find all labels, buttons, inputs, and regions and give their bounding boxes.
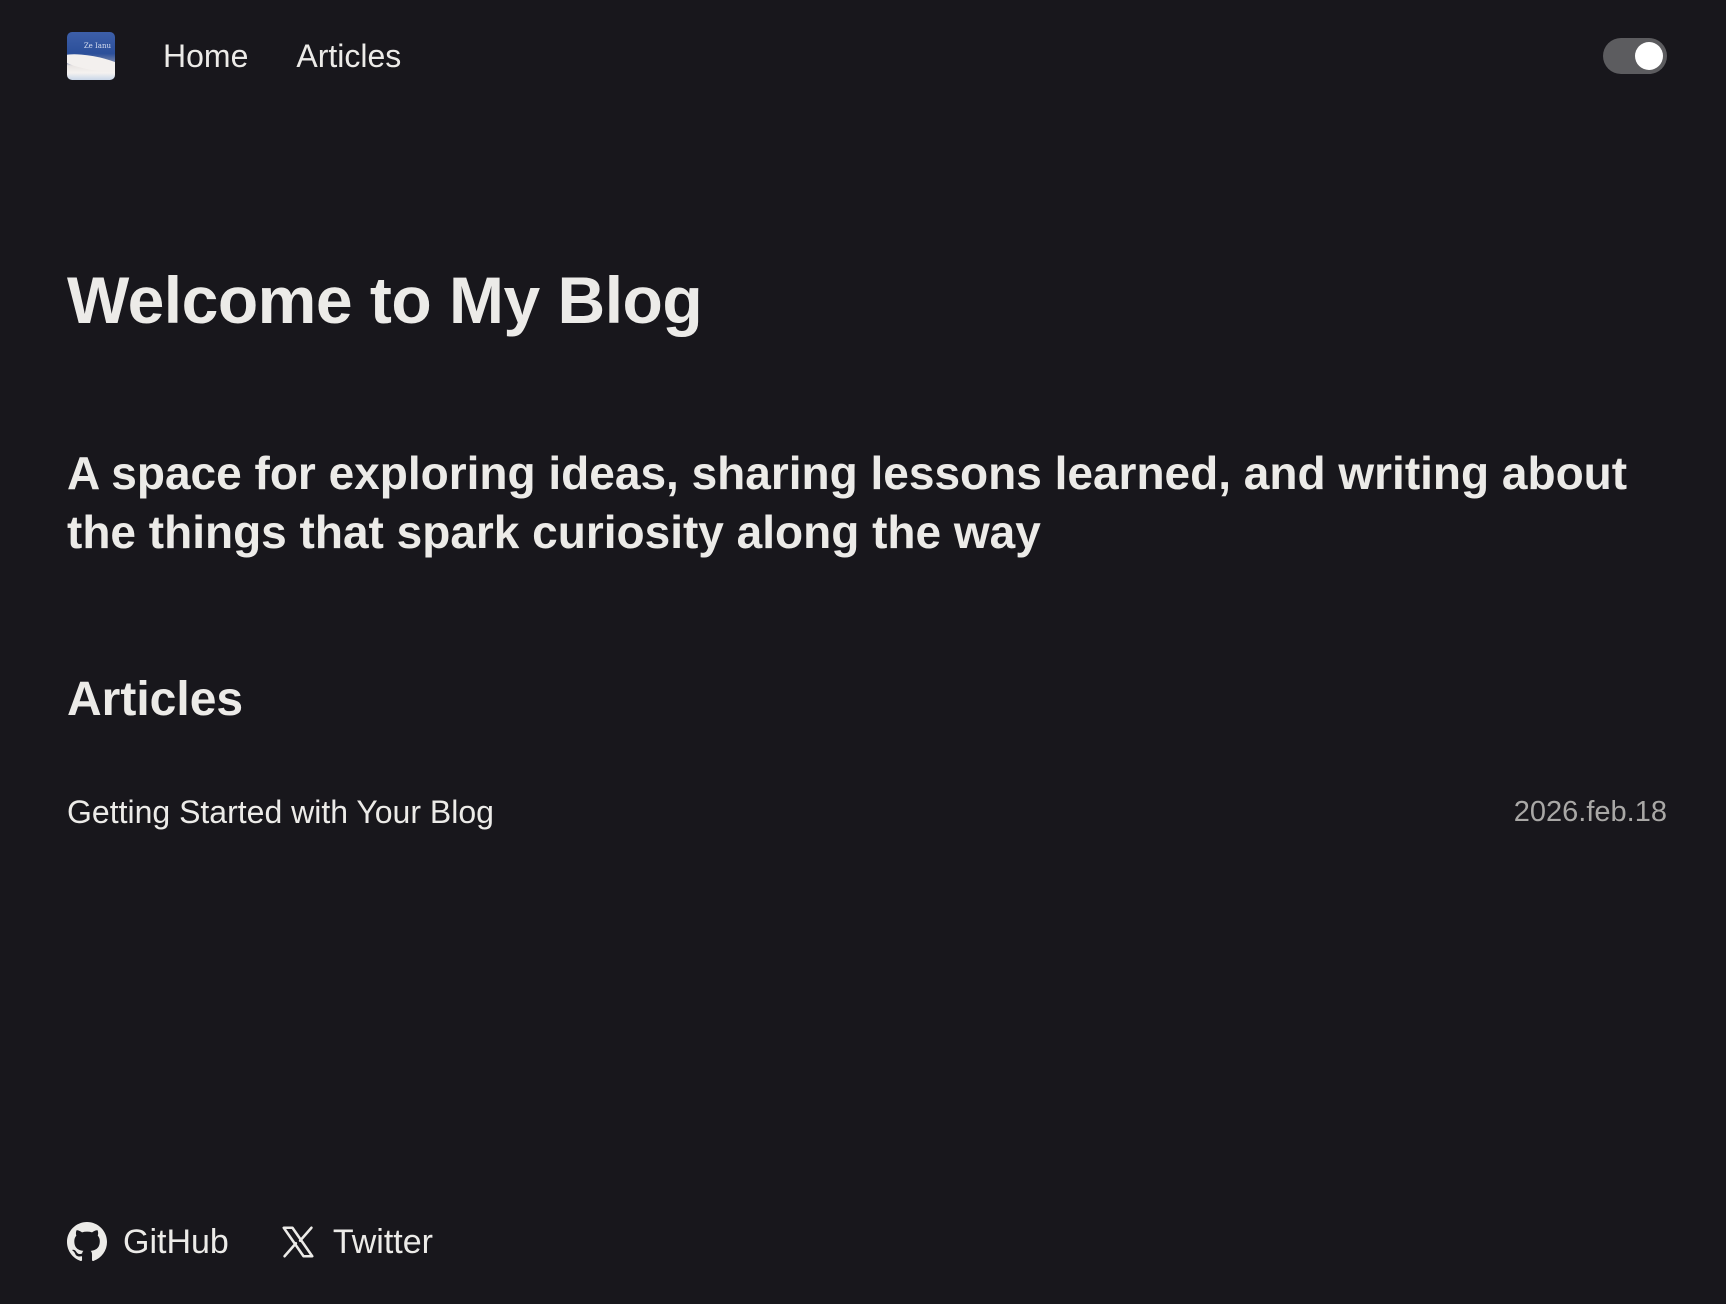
nav-link-articles[interactable]: Articles	[296, 38, 401, 75]
main-nav: Home Articles	[163, 38, 401, 75]
theme-toggle-knob	[1635, 42, 1663, 70]
logo-streak	[67, 50, 115, 76]
twitter-link[interactable]: Twitter	[279, 1223, 433, 1262]
articles-heading: Articles	[67, 673, 244, 726]
site-logo[interactable]: Ze Ianu	[67, 32, 115, 80]
logo-text: Ze Ianu	[83, 42, 111, 50]
github-icon	[67, 1222, 107, 1262]
x-icon	[279, 1223, 317, 1261]
site-footer: GitHub Twitter	[67, 1222, 433, 1262]
page-title: Welcome to My Blog	[67, 263, 703, 337]
page-subtitle: A space for exploring ideas, sharing les…	[67, 447, 1628, 558]
twitter-label: Twitter	[332, 1222, 433, 1261]
github-label: GitHub	[123, 1222, 229, 1261]
site-header: Ze Ianu Home Articles	[67, 32, 1667, 80]
article-link[interactable]: Getting Started with Your Blog	[67, 794, 494, 831]
article-date: 2026.feb.18	[1513, 796, 1667, 828]
nav-link-home[interactable]: Home	[163, 38, 248, 75]
theme-toggle[interactable]	[1603, 38, 1667, 74]
list-item: Getting Started with Your Blog 2026.feb.…	[67, 794, 1667, 831]
github-link[interactable]: GitHub	[67, 1222, 229, 1262]
